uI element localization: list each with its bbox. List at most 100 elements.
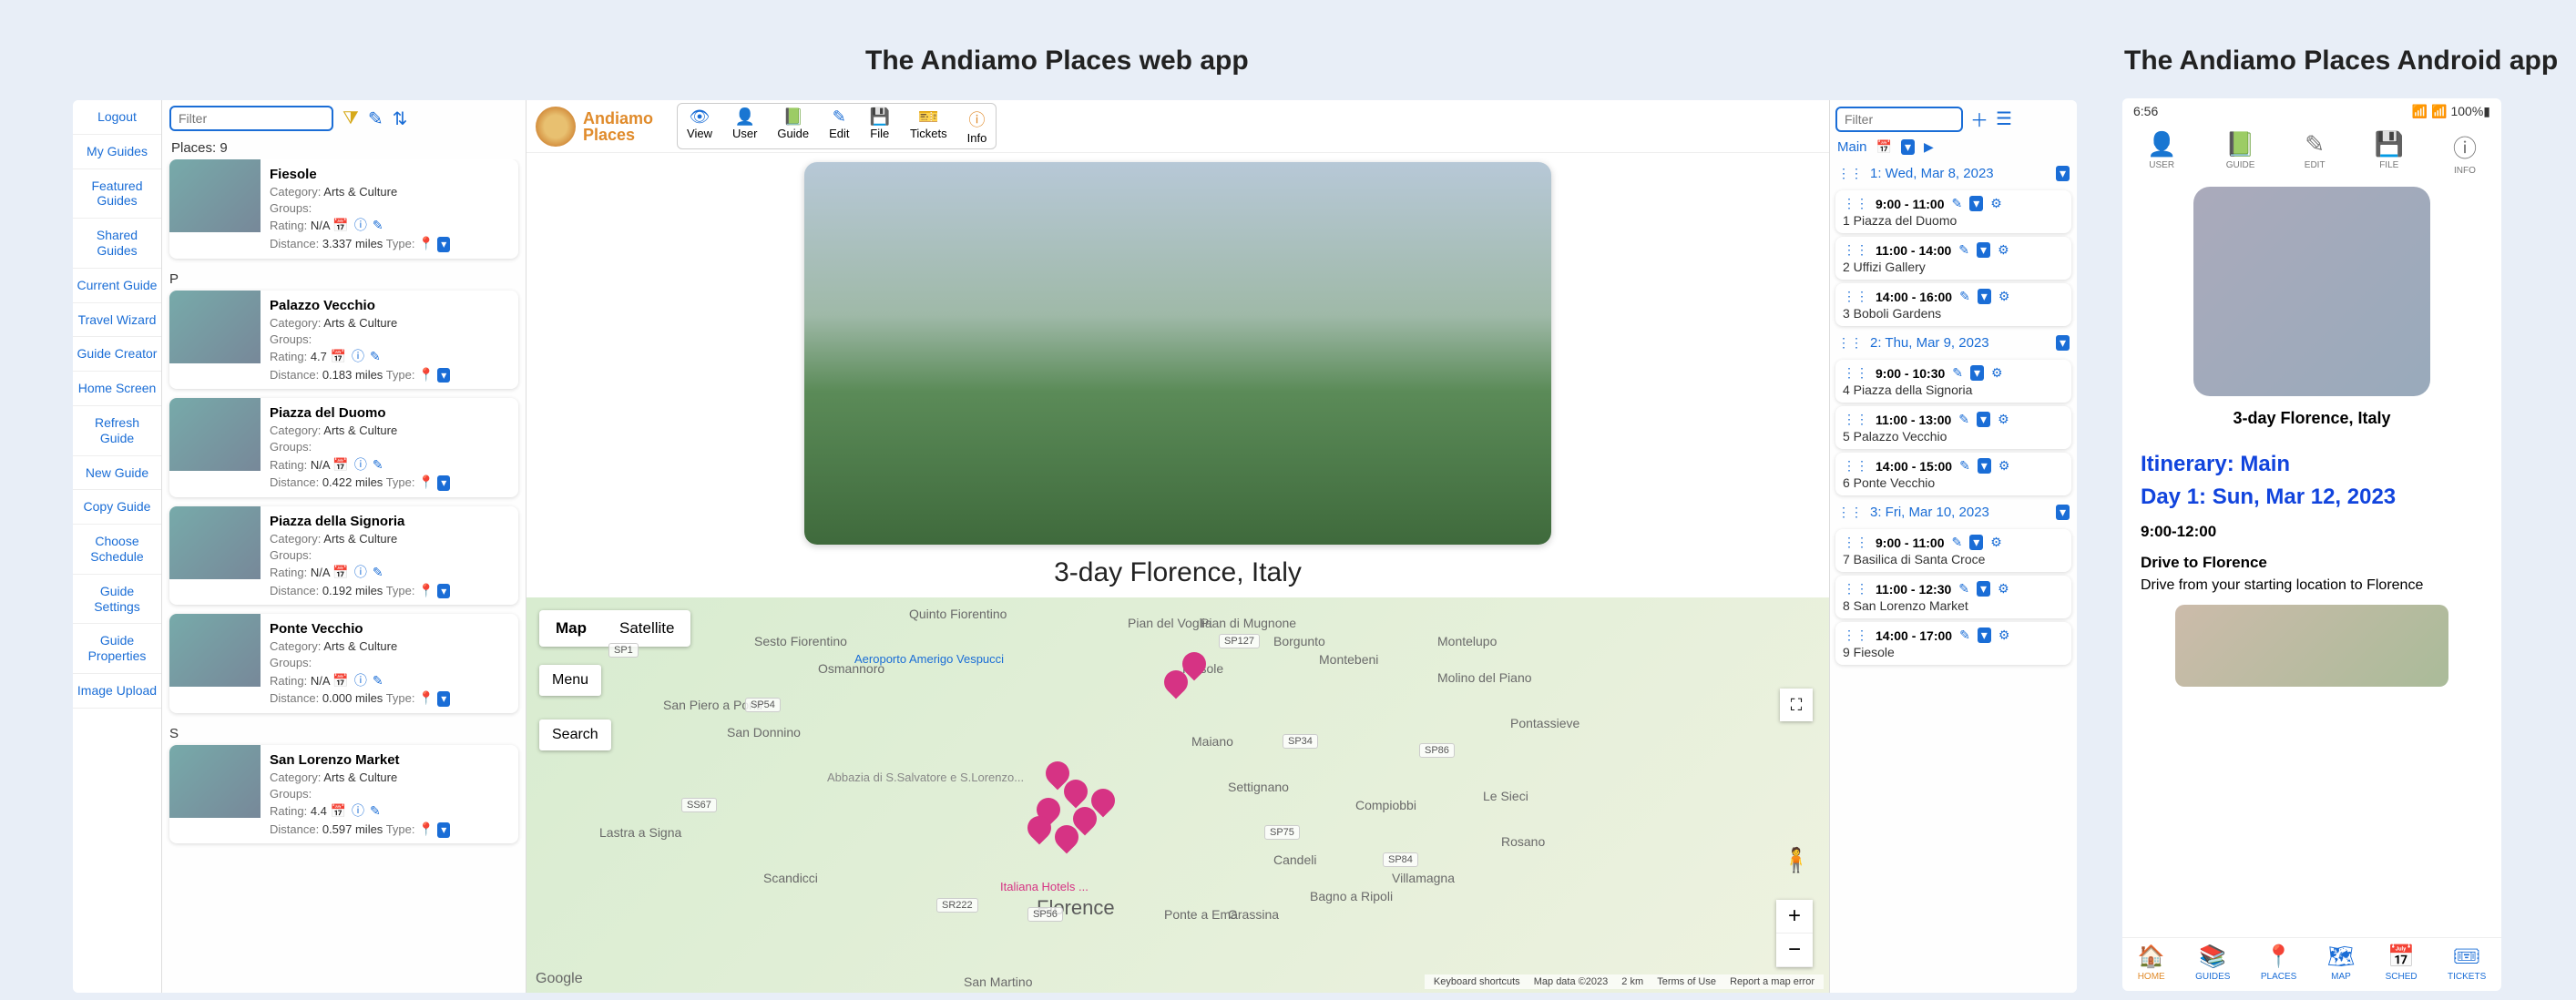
collapse-icon[interactable]: ▾: [1969, 535, 1983, 550]
place-card[interactable]: Fiesole Category: Arts & Culture Groups:…: [169, 159, 518, 259]
places-list[interactable]: Fiesole Category: Arts & Culture Groups:…: [162, 159, 526, 993]
calendar-icon[interactable]: 📅: [331, 802, 346, 821]
map-tab-map[interactable]: Map: [539, 610, 603, 647]
leftnav-item[interactable]: Refresh Guide: [73, 406, 161, 456]
schedule-main-row[interactable]: Main 📅 ▾ ▶: [1830, 138, 2077, 157]
phone-nav-sched[interactable]: 📅SCHED: [2386, 944, 2418, 982]
leftnav-item[interactable]: Shared Guides: [73, 219, 161, 269]
collapse-icon[interactable]: ▾: [1978, 289, 1991, 304]
phone-top-edit[interactable]: ✎EDIT: [2305, 130, 2326, 176]
grip-icon[interactable]: ⋮⋮: [1843, 458, 1868, 474]
grip-icon[interactable]: ⋮⋮: [1843, 196, 1868, 211]
sort-icon[interactable]: ⇅: [393, 107, 408, 130]
leftnav-item[interactable]: Image Upload: [73, 674, 161, 709]
map-tab-satellite[interactable]: Satellite: [603, 610, 690, 647]
menu-tab-guide[interactable]: 📗Guide: [768, 104, 818, 148]
leftnav-item[interactable]: Featured Guides: [73, 169, 161, 219]
grip-icon[interactable]: ⋮⋮: [1837, 505, 1863, 520]
schedule-card[interactable]: ⋮⋮ 14:00 - 15:00 ✎ ▾ ⚙ 6 Ponte Vecchio: [1835, 453, 2071, 495]
edit-icon[interactable]: ✎: [1952, 196, 1963, 211]
leftnav-item[interactable]: Current Guide: [73, 269, 161, 303]
collapse-icon[interactable]: ▾: [1978, 458, 1991, 474]
leftnav-item[interactable]: Home Screen: [73, 372, 161, 406]
gear-icon[interactable]: ⚙: [1998, 581, 2009, 597]
schedule-filter-input[interactable]: [1835, 107, 1963, 132]
info-icon[interactable]: ⓘ: [354, 564, 367, 582]
menu-tab-edit[interactable]: ✎Edit: [820, 104, 858, 148]
map-search-button[interactable]: Search: [539, 719, 611, 750]
menu-tab-user[interactable]: 👤User: [723, 104, 766, 148]
phone-nav-map[interactable]: 🗺MAP: [2327, 944, 2355, 982]
phone-top-guide[interactable]: 📗GUIDE: [2225, 130, 2254, 176]
calendar-icon[interactable]: 📅: [332, 672, 348, 690]
edit-icon[interactable]: ✎: [1958, 581, 1969, 597]
edit-icon[interactable]: ✎: [1959, 628, 1970, 643]
phone-nav-guides[interactable]: 📚GUIDES: [2195, 944, 2230, 982]
pin-icon[interactable]: 📍: [418, 474, 434, 489]
phone-nav-home[interactable]: 🏠HOME: [2138, 944, 2165, 982]
leftnav-item[interactable]: Guide Settings: [73, 575, 161, 625]
places-filter-input[interactable]: [169, 106, 333, 131]
phone-nav-tickets[interactable]: 🎟TICKETS: [2448, 944, 2486, 982]
schedule-card[interactable]: ⋮⋮ 9:00 - 11:00 ✎ ▾ ⚙ 1 Piazza del Duomo: [1835, 190, 2071, 233]
hamburger-icon[interactable]: ☰: [1996, 107, 2012, 130]
collapse-icon[interactable]: ▾: [1978, 628, 1991, 643]
report-error-link[interactable]: Report a map error: [1730, 976, 1814, 987]
phone-top-info[interactable]: ⓘINFO: [2453, 130, 2477, 176]
leftnav-item[interactable]: Travel Wizard: [73, 303, 161, 338]
grip-icon[interactable]: ⋮⋮: [1843, 581, 1868, 597]
collapse-icon[interactable]: ▾: [1901, 139, 1915, 155]
gear-icon[interactable]: ⚙: [1998, 628, 2010, 643]
collapse-icon[interactable]: ▾: [1977, 581, 1990, 597]
grip-icon[interactable]: ⋮⋮: [1837, 335, 1863, 351]
map-menu-button[interactable]: Menu: [539, 665, 601, 696]
schedule-day-row[interactable]: ⋮⋮1: Wed, Mar 8, 2023▾: [1835, 160, 2071, 187]
collapse-icon[interactable]: ▾: [437, 475, 450, 491]
pin-icon[interactable]: 📍: [418, 583, 434, 597]
edit-icon[interactable]: ✎: [1959, 289, 1970, 304]
edit-icon[interactable]: ✎: [1958, 412, 1969, 427]
leftnav-item[interactable]: Logout: [73, 100, 161, 135]
gear-icon[interactable]: ⚙: [1990, 196, 2002, 211]
collapse-icon[interactable]: ▾: [2056, 335, 2070, 351]
leftnav-item[interactable]: My Guides: [73, 135, 161, 169]
place-card[interactable]: Piazza del Duomo Category: Arts & Cultur…: [169, 398, 518, 497]
leftnav-item[interactable]: Choose Schedule: [73, 525, 161, 575]
calendar-icon[interactable]: 📅: [1876, 139, 1892, 155]
collapse-icon[interactable]: ▾: [437, 584, 450, 599]
phone-top-file[interactable]: 💾FILE: [2375, 130, 2404, 176]
collapse-icon[interactable]: ▾: [437, 691, 450, 707]
gear-icon[interactable]: ⚙: [1998, 242, 2009, 258]
collapse-icon[interactable]: ▾: [1969, 196, 1983, 211]
pegman-icon[interactable]: 🧍: [1782, 846, 1811, 874]
play-icon[interactable]: ▶: [1924, 139, 1934, 155]
schedule-list[interactable]: ⋮⋮1: Wed, Mar 8, 2023▾ ⋮⋮ 9:00 - 11:00 ✎…: [1830, 157, 2077, 993]
pin-icon[interactable]: 📍: [418, 236, 434, 250]
info-icon[interactable]: ⓘ: [354, 456, 367, 474]
leftnav-item[interactable]: Guide Creator: [73, 337, 161, 372]
edit-icon[interactable]: ✎: [1952, 535, 1963, 550]
collapse-icon[interactable]: ▾: [1977, 412, 1990, 427]
schedule-card[interactable]: ⋮⋮ 11:00 - 12:30 ✎ ▾ ⚙ 8 San Lorenzo Mar…: [1835, 576, 2071, 618]
pin-icon[interactable]: 📍: [418, 367, 434, 382]
grip-icon[interactable]: ⋮⋮: [1843, 242, 1868, 258]
edit-icon[interactable]: ✎: [370, 348, 381, 366]
place-card[interactable]: Ponte Vecchio Category: Arts & Culture G…: [169, 614, 518, 713]
edit-icon[interactable]: ✎: [370, 802, 381, 821]
leftnav-item[interactable]: Copy Guide: [73, 490, 161, 525]
phone-body[interactable]: Itinerary: Main Day 1: Sun, Mar 12, 2023…: [2122, 444, 2501, 937]
map-area[interactable]: Map Satellite Menu Search ⛶ Florence 🧍 +…: [526, 597, 1829, 993]
edit-icon[interactable]: ✎: [1959, 458, 1970, 474]
schedule-card[interactable]: ⋮⋮ 11:00 - 14:00 ✎ ▾ ⚙ 2 Uffizi Gallery: [1835, 237, 2071, 280]
collapse-icon[interactable]: ▾: [2056, 166, 2070, 181]
gear-icon[interactable]: ⚙: [1998, 458, 2010, 474]
leftnav-item[interactable]: Guide Properties: [73, 624, 161, 674]
edit-icon[interactable]: ✎: [1958, 242, 1969, 258]
collapse-icon[interactable]: ▾: [1970, 365, 1984, 381]
info-icon[interactable]: ⓘ: [354, 672, 367, 690]
add-icon[interactable]: ＋: [1970, 106, 1988, 132]
edit-icon[interactable]: ✎: [373, 672, 383, 690]
schedule-day-row[interactable]: ⋮⋮2: Thu, Mar 9, 2023▾: [1835, 330, 2071, 356]
grip-icon[interactable]: ⋮⋮: [1843, 535, 1868, 550]
place-card[interactable]: San Lorenzo Market Category: Arts & Cult…: [169, 745, 518, 844]
